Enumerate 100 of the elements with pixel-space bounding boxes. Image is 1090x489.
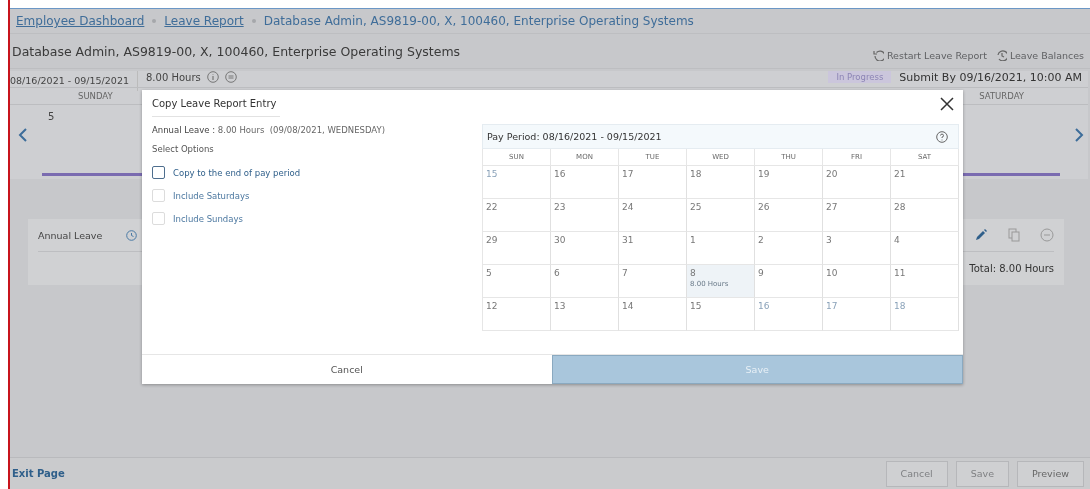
calendar-day[interactable]: 19 bbox=[755, 166, 823, 199]
total-hours: Total: 8.00 Hours bbox=[969, 262, 1054, 274]
page-title: Database Admin, AS9819-00, X, 100460, Enterprise Operating Systems bbox=[12, 43, 461, 59]
dialog-cancel-button[interactable]: Cancel bbox=[142, 355, 552, 384]
day-number: 12 bbox=[486, 301, 499, 311]
help-icon bbox=[936, 130, 948, 143]
calendar-day[interactable]: 14 bbox=[619, 298, 687, 331]
day-number: 2 bbox=[758, 235, 765, 245]
info-icon bbox=[206, 71, 219, 83]
day-number: 30 bbox=[554, 235, 567, 245]
day-number: 6 bbox=[554, 268, 561, 278]
leave-type: Annual Leave bbox=[38, 229, 104, 241]
calendar-day[interactable]: 5 bbox=[483, 265, 551, 298]
calendar-day[interactable]: 21 bbox=[891, 166, 959, 199]
day-number: 22 bbox=[486, 202, 499, 212]
calendar-day[interactable]: 17 bbox=[823, 298, 891, 331]
checkbox-label: Include Saturdays bbox=[173, 190, 250, 201]
day-header: SUNDAY bbox=[78, 91, 113, 101]
calendar-day[interactable]: 28 bbox=[891, 199, 959, 232]
entry-summary: Annual Leave : 8.00 Hours (09/08/2021, WEDNESDAY) bbox=[152, 125, 386, 135]
breadcrumb-current: Database Admin, AS9819-00, X, 100460, Enterprise Operating Systems bbox=[263, 14, 694, 28]
calendar-day[interactable]: 2 bbox=[755, 232, 823, 265]
day-number: 5 bbox=[486, 268, 493, 278]
calendar-day[interactable]: 24 bbox=[619, 199, 687, 232]
day-number: 29 bbox=[486, 235, 499, 245]
day-number: 15 bbox=[690, 301, 703, 311]
day-number: 14 bbox=[622, 301, 635, 311]
calendar-day[interactable]: 22 bbox=[483, 199, 551, 232]
day-number: 27 bbox=[826, 202, 839, 212]
day-number: 17 bbox=[826, 301, 839, 311]
calendar-day[interactable]: 16 bbox=[755, 298, 823, 331]
calendar-day[interactable]: 25 bbox=[687, 199, 755, 232]
day-header: SATURDAY bbox=[979, 91, 1024, 101]
day-number: 10 bbox=[826, 268, 839, 278]
day-number: 20 bbox=[826, 169, 839, 179]
day-number: 25 bbox=[690, 202, 703, 212]
day-number: 11 bbox=[894, 268, 907, 278]
day-number: 15 bbox=[486, 169, 499, 179]
submit-deadline: Submit By 09/16/2021, 10:00 AM bbox=[899, 71, 1082, 84]
calendar-day[interactable]: 9 bbox=[755, 265, 823, 298]
calendar-day[interactable]: 15 bbox=[483, 166, 551, 199]
calendar-day[interactable]: 3 bbox=[823, 232, 891, 265]
day-number: 18 bbox=[690, 169, 703, 179]
dialog-title: Copy Leave Report Entry bbox=[152, 90, 280, 117]
day-number: 26 bbox=[758, 202, 771, 212]
chevron-right-icon[interactable] bbox=[1074, 127, 1084, 143]
calendar-day[interactable]: 16 bbox=[551, 166, 619, 199]
day-number: 7 bbox=[622, 268, 629, 278]
day-number: 16 bbox=[758, 301, 771, 311]
calendar-day[interactable]: 29 bbox=[483, 232, 551, 265]
day-number: 23 bbox=[554, 202, 567, 212]
breadcrumb-link[interactable]: Leave Report bbox=[164, 14, 244, 28]
calendar-day[interactable]: 6 bbox=[551, 265, 619, 298]
day-number: 31 bbox=[622, 235, 635, 245]
day-number: 4 bbox=[894, 235, 901, 245]
day-number: 3 bbox=[826, 235, 833, 245]
day-number: 28 bbox=[894, 202, 907, 212]
day-number: 19 bbox=[758, 169, 771, 179]
header-action-link[interactable]: Leave Balances bbox=[994, 49, 1084, 61]
calendar-day[interactable]: 12 bbox=[483, 298, 551, 331]
calendar-day[interactable]: 4 bbox=[891, 232, 959, 265]
day-number: 1 bbox=[690, 235, 697, 245]
day-number: 17 bbox=[622, 169, 635, 179]
checkbox-label: Copy to the end of pay period bbox=[173, 167, 301, 178]
calendar-day[interactable]: 23 bbox=[551, 199, 619, 232]
options-heading: Select Options bbox=[152, 144, 215, 154]
list-icon bbox=[224, 71, 237, 83]
day-number: 21 bbox=[894, 169, 907, 179]
checkbox[interactable] bbox=[152, 166, 165, 179]
calendar-day[interactable]: 27 bbox=[823, 199, 891, 232]
header-action-link[interactable]: Restart Leave Report bbox=[871, 49, 987, 61]
day-number: 16 bbox=[554, 169, 567, 179]
calendar-day[interactable]: 26 bbox=[755, 199, 823, 232]
exit-page-link[interactable]: Exit Page bbox=[12, 468, 65, 479]
calendar-day[interactable]: 18 bbox=[687, 166, 755, 199]
breadcrumb-link[interactable]: Employee Dashboard bbox=[16, 14, 145, 28]
calendar-day[interactable]: 31 bbox=[619, 232, 687, 265]
day-number: 9 bbox=[758, 268, 765, 278]
calendar-day[interactable]: 20 bbox=[823, 166, 891, 199]
day-number: 13 bbox=[554, 301, 567, 311]
calendar-day[interactable]: 30 bbox=[551, 232, 619, 265]
close-icon[interactable] bbox=[939, 96, 955, 112]
day-number: 24 bbox=[622, 202, 635, 212]
checkbox-label: Include Sundays bbox=[173, 213, 243, 224]
calendar-day[interactable]: 10 bbox=[823, 265, 891, 298]
calendar-day[interactable]: 11 bbox=[891, 265, 959, 298]
hours-total: 8.00 Hours bbox=[146, 71, 201, 83]
edit-icon[interactable] bbox=[974, 228, 988, 242]
pay-period: 08/16/2021 - 09/15/2021 bbox=[10, 71, 138, 91]
footer-button[interactable]: Preview bbox=[1017, 460, 1084, 487]
day-number: 5 bbox=[48, 111, 55, 122]
restart-icon bbox=[871, 49, 884, 61]
calendar-day[interactable]: 18 bbox=[891, 298, 959, 331]
day-number: 18 bbox=[894, 301, 907, 311]
chevron-left-icon[interactable] bbox=[18, 127, 28, 143]
day-number: 8 bbox=[690, 268, 697, 278]
clock-icon bbox=[126, 229, 137, 241]
calendar-day[interactable]: 15 bbox=[687, 298, 755, 331]
calendar-day[interactable]: 17 bbox=[619, 166, 687, 199]
calendar-day[interactable]: 13 bbox=[551, 298, 619, 331]
